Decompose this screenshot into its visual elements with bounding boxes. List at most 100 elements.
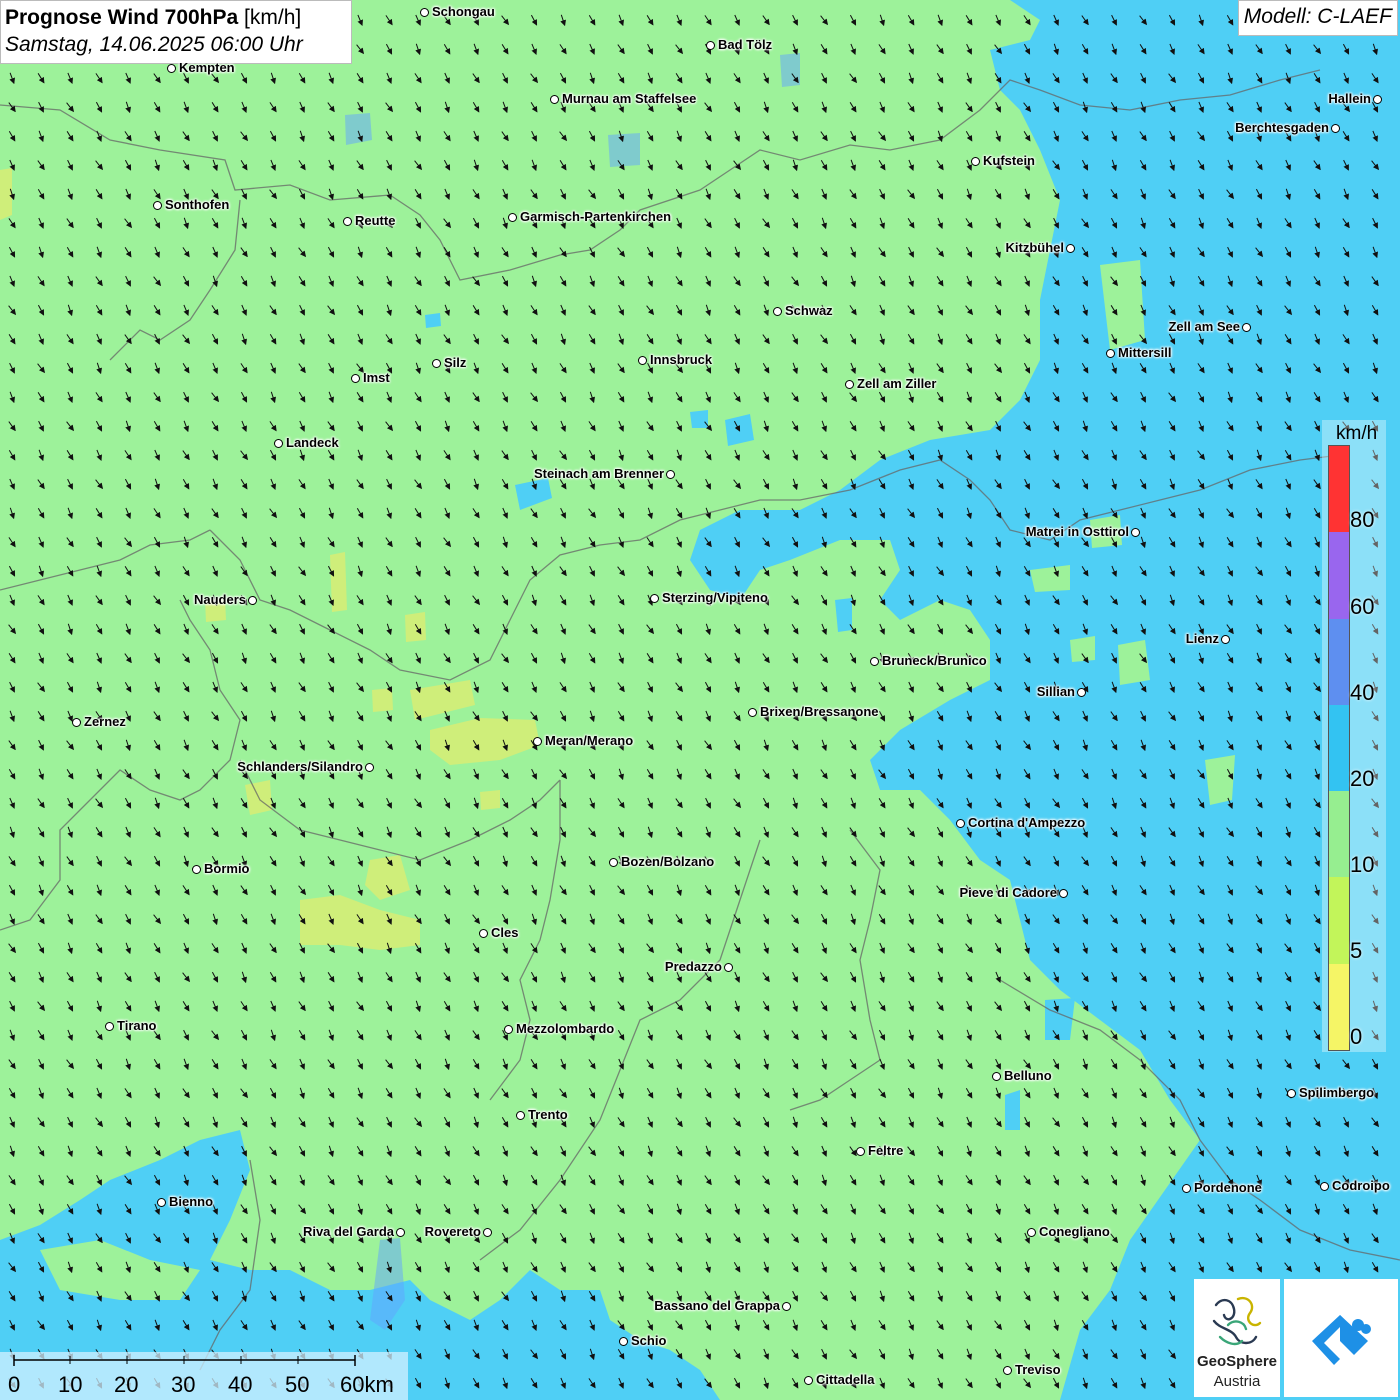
city-dot-icon xyxy=(167,64,176,73)
city-dot-icon xyxy=(1320,1182,1329,1191)
city-label: Pordenone xyxy=(1194,1180,1262,1195)
city-label: Bad Tölz xyxy=(718,37,773,52)
city-dot-icon xyxy=(396,1228,405,1237)
scale-bar-label: 10 xyxy=(58,1372,83,1397)
wind-spot-6 xyxy=(1005,1090,1020,1130)
city-dot-icon xyxy=(650,594,659,603)
city-label: Zernez xyxy=(84,714,126,729)
city-dot-icon xyxy=(856,1147,865,1156)
city-dot-icon xyxy=(724,963,733,972)
city-dot-icon xyxy=(870,657,879,666)
legend-color-segment xyxy=(1329,532,1349,620)
weak-wind-10 xyxy=(480,790,500,810)
city-label: Rovereto xyxy=(424,1224,481,1239)
city-label: Mezzolombardo xyxy=(516,1021,615,1036)
city-dot-icon xyxy=(1027,1228,1036,1237)
wind-spot-4 xyxy=(835,598,852,632)
city-label: Tirano xyxy=(117,1018,157,1033)
city-dot-icon xyxy=(516,1111,525,1120)
city-dot-icon xyxy=(619,1337,628,1346)
legend-color-segment xyxy=(1329,446,1349,533)
city-label: Pieve di Cadore xyxy=(959,885,1057,900)
city-label: Kempten xyxy=(179,60,235,75)
city-dot-icon xyxy=(1287,1089,1296,1098)
city-dot-icon xyxy=(248,596,257,605)
city-label: Feltre xyxy=(868,1143,904,1158)
forecast-logo[interactable] xyxy=(1284,1279,1398,1397)
weak-wind-11 xyxy=(0,168,12,220)
city-dot-icon xyxy=(533,737,542,746)
city-dot-icon xyxy=(153,201,162,210)
legend-label: 5 xyxy=(1350,938,1363,963)
city-label: Belluno xyxy=(1004,1068,1052,1083)
wind-spot-7 xyxy=(425,313,441,328)
city-label: Bozen/Bolzano xyxy=(621,854,715,869)
city-dot-icon xyxy=(971,157,980,166)
logo-sub: Austria xyxy=(1213,1373,1261,1390)
city-label: Zell am See xyxy=(1168,319,1240,334)
city-label: Bormio xyxy=(204,861,250,876)
legend-label: 0 xyxy=(1350,1024,1363,1049)
city-label: Conegliano xyxy=(1039,1224,1110,1239)
city-label: Imst xyxy=(363,370,390,385)
weak-wind-8 xyxy=(405,612,426,642)
city-dot-icon xyxy=(105,1022,114,1031)
city-dot-icon xyxy=(72,718,81,727)
city-label: Sterzing/Vipiteno xyxy=(662,590,768,605)
city-dot-icon xyxy=(666,470,675,479)
legend-color-bar xyxy=(1328,445,1350,1051)
city-label: Garmisch-Partenkirchen xyxy=(520,209,672,224)
city-dot-icon xyxy=(1131,528,1140,537)
city-dot-icon xyxy=(420,8,429,17)
city-label: Reutte xyxy=(355,213,396,228)
city-dot-icon xyxy=(1221,635,1230,644)
map-title-main: Prognose Wind 700hPa xyxy=(5,6,239,29)
scale-bar-label: 0 xyxy=(8,1372,21,1397)
city-dot-icon xyxy=(748,708,757,717)
city-dot-icon xyxy=(192,865,201,874)
city-dot-icon xyxy=(504,1025,513,1034)
wind-area-island-3 xyxy=(1070,636,1095,662)
legend-color-segment xyxy=(1329,963,1349,1051)
city-dot-icon xyxy=(343,217,352,226)
city-dot-icon xyxy=(992,1072,1001,1081)
city-dot-icon xyxy=(638,356,647,365)
city-label: Bruneck/Brunico xyxy=(882,653,987,668)
lake-walchensee xyxy=(780,53,800,87)
city-dot-icon xyxy=(956,819,965,828)
city-label: Cortina d'Ampezzo xyxy=(968,815,1086,830)
legend-color-segment xyxy=(1329,618,1349,706)
city-label: Hallein xyxy=(1328,91,1371,106)
city-label: Schio xyxy=(631,1333,667,1348)
geosphere-logo[interactable]: GeoSphere Austria xyxy=(1194,1279,1280,1397)
city-label: Lienz xyxy=(1185,631,1219,646)
city-dot-icon xyxy=(432,359,441,368)
city-label: Bassano del Grappa xyxy=(654,1298,780,1313)
map-title-unit: [km/h] xyxy=(238,6,302,29)
city-label: Meran/Merano xyxy=(545,733,634,748)
city-dot-icon xyxy=(157,1198,166,1207)
city-dot-icon xyxy=(1059,889,1068,898)
legend-label: 80 xyxy=(1350,507,1375,532)
wind-spot-5 xyxy=(1045,998,1075,1040)
city-label: Steinach am Brenner xyxy=(533,466,664,481)
scale-bar-label: 60km xyxy=(340,1372,394,1397)
forecast-datetime: Samstag, 14.06.2025 06:00 Uhr xyxy=(5,33,303,56)
city-label: Kufstein xyxy=(983,153,1035,168)
city-label: Silz xyxy=(444,355,467,370)
legend-label: 60 xyxy=(1350,594,1375,619)
wind-spot-3 xyxy=(690,410,708,428)
city-dot-icon xyxy=(1066,244,1075,253)
city-label: Schlanders/Silandro xyxy=(237,759,363,774)
city-dot-icon xyxy=(1373,95,1382,104)
city-label: Sillian xyxy=(1036,684,1075,699)
city-label: Zell am Ziller xyxy=(857,376,937,391)
city-label: Mittersill xyxy=(1118,345,1172,360)
city-label: Schwaz xyxy=(785,303,833,318)
city-dot-icon xyxy=(1242,323,1251,332)
city-label: Spilimbergo xyxy=(1299,1085,1375,1100)
city-dot-icon xyxy=(1003,1366,1012,1375)
city-label: Nauders xyxy=(193,592,246,607)
lake-kochelsee xyxy=(608,133,640,167)
city-label: Berchtesgaden xyxy=(1235,120,1329,135)
